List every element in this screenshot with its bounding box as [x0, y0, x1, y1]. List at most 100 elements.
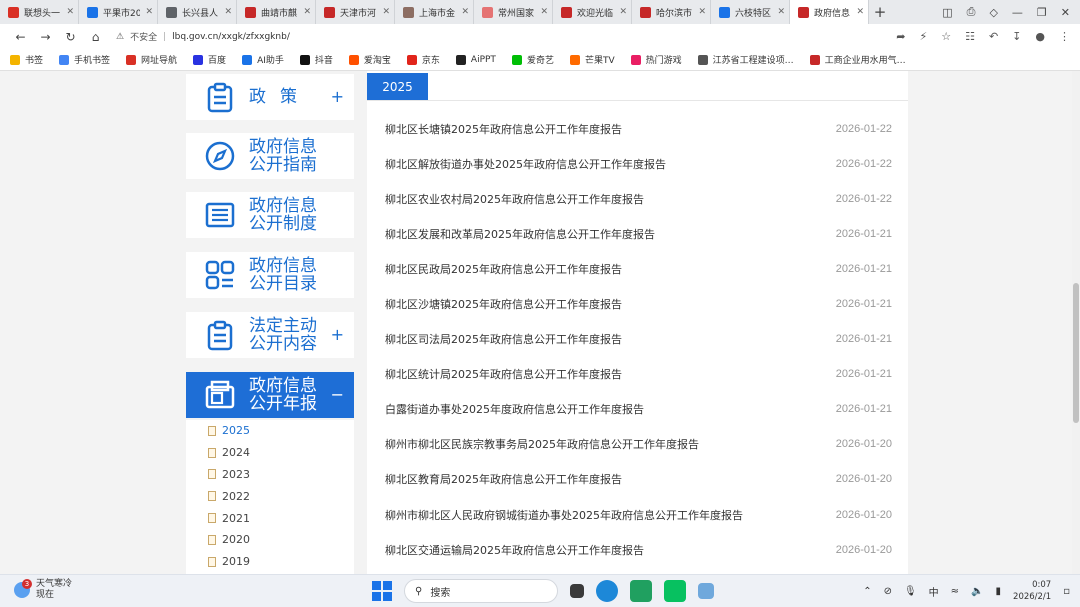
chevron-up-icon[interactable]: ⌃ — [863, 586, 871, 597]
year-tab-active[interactable]: 2025 — [367, 73, 428, 101]
browser-tab-7[interactable]: 欢迎光临… ✕ — [553, 0, 632, 24]
tool-icon[interactable] — [698, 583, 714, 599]
bookmark-item[interactable]: 百度 — [193, 53, 226, 66]
app-icon[interactable] — [630, 580, 652, 602]
sidebar-item-3[interactable]: 政府信息公开目录 — [186, 252, 354, 298]
start-button[interactable] — [372, 581, 392, 601]
report-title-link[interactable]: 柳北区交通运输局2025年政府信息公开工作年度报告 — [385, 542, 644, 558]
sidebar-item-4[interactable]: 法定主动公开内容 + — [186, 312, 354, 358]
report-title-link[interactable]: 柳州市柳北区民族宗教事务局2025年政府信息公开工作年度报告 — [385, 436, 699, 452]
browser-tab-3[interactable]: 曲靖市麒… ✕ — [237, 0, 316, 24]
bookmark-item[interactable]: AiPPT — [455, 54, 496, 65]
tab-close-icon[interactable]: ✕ — [461, 7, 469, 17]
bookmark-item[interactable]: 书签 — [10, 53, 43, 66]
taskbar-search[interactable]: ⚲ 搜索 — [404, 579, 558, 603]
year-item[interactable]: 2025 — [186, 420, 354, 442]
sidebar-item-1[interactable]: 政府信息公开指南 — [186, 133, 354, 179]
report-row[interactable]: 柳北区民政局2025年政府信息公开工作年度报告 2026-01-21 — [367, 251, 908, 286]
share-icon[interactable]: ➦ — [896, 30, 905, 43]
report-row[interactable]: 柳北区司法局2025年政府信息公开工作年度报告 2026-01-21 — [367, 322, 908, 357]
page-scrollbar[interactable] — [1072, 71, 1080, 574]
report-title-link[interactable]: 柳州市柳北区人民政府钢城街道办事处2025年政府信息公开工作年度报告 — [385, 507, 743, 523]
star-icon[interactable]: ☆ — [941, 30, 951, 43]
tab-close-icon[interactable]: ✕ — [382, 7, 390, 17]
wechat-icon[interactable] — [664, 580, 686, 602]
bookmark-item[interactable]: 工商企业用水用气… — [809, 53, 906, 66]
minimize-icon[interactable]: — — [1012, 6, 1023, 19]
bookmark-item[interactable]: 网址导航 — [126, 53, 177, 66]
home-icon[interactable]: ⌂ — [83, 30, 108, 44]
file-explorer-icon[interactable] — [570, 584, 584, 598]
tab-close-icon[interactable]: ✕ — [66, 7, 74, 17]
report-title-link[interactable]: 柳北区解放街道办事处2025年政府信息公开工作年度报告 — [385, 156, 666, 172]
tab-close-icon[interactable]: ✕ — [856, 7, 864, 17]
expand-toggle-icon[interactable]: + — [331, 87, 344, 106]
year-item[interactable]: 2024 — [186, 442, 354, 464]
sidebar-item-2[interactable]: 政府信息公开制度 — [186, 192, 354, 238]
tab-close-icon[interactable]: ✕ — [540, 7, 548, 17]
report-row[interactable]: 柳北区交通运输局2025年政府信息公开工作年度报告 2026-01-20 — [367, 532, 908, 567]
year-item[interactable]: 2022 — [186, 485, 354, 507]
report-title-link[interactable]: 柳北区农业农村局2025年政府信息公开工作年度报告 — [385, 191, 644, 207]
report-row[interactable]: 柳北区统计局2025年政府信息公开工作年度报告 2026-01-21 — [367, 357, 908, 392]
expand-toggle-icon[interactable]: − — [331, 385, 344, 404]
bookmark-item[interactable]: 爱奇艺 — [511, 53, 554, 66]
browser-tab-6[interactable]: 常州国家… ✕ — [474, 0, 553, 24]
expand-toggle-icon[interactable]: + — [331, 325, 344, 344]
browser-tab-8[interactable]: 哈尔滨市… ✕ — [632, 0, 711, 24]
reload-icon[interactable]: ↻ — [58, 30, 83, 44]
tab-close-icon[interactable]: ✕ — [777, 7, 785, 17]
report-title-link[interactable]: 柳北区司法局2025年政府信息公开工作年度报告 — [385, 331, 622, 347]
forward-arrow-icon[interactable]: → — [33, 30, 58, 44]
battery-icon[interactable]: ▮ — [996, 586, 1002, 597]
tab-close-icon[interactable]: ✕ — [698, 7, 706, 17]
bookmark-item[interactable]: 芒果TV — [569, 53, 615, 66]
report-row[interactable]: 柳北区解放街道办事处2025年政府信息公开工作年度报告 2026-01-22 — [367, 146, 908, 181]
tab-close-icon[interactable]: ✕ — [145, 7, 153, 17]
report-title-link[interactable]: 白露街道办事处2025年度政府信息公开工作年度报告 — [385, 401, 644, 417]
avatar-icon[interactable]: ● — [1035, 30, 1045, 43]
sidebar-toggle-icon[interactable]: ◫ — [942, 6, 952, 19]
bookmark-item[interactable]: 抖音 — [299, 53, 333, 66]
report-title-link[interactable]: 柳北区教育局2025年政府信息公开工作年度报告 — [385, 471, 622, 487]
year-item[interactable]: 2021 — [186, 507, 354, 529]
volume-muted-icon[interactable]: 🔈 — [971, 586, 983, 597]
back-arrow-icon[interactable]: ← — [8, 30, 33, 44]
clock[interactable]: 0:07 2026/2/1 — [1013, 579, 1051, 603]
year-item[interactable]: 2019 — [186, 551, 354, 573]
sidebar-item-5[interactable]: 政府信息公开年报 − — [186, 372, 354, 418]
browser-tab-10[interactable]: 政府信息… ✕ — [790, 0, 869, 24]
report-row[interactable]: 柳北区发展和改革局2025年政府信息公开工作年度报告 2026-01-21 — [367, 216, 908, 251]
browser-tab-0[interactable]: 联想头一… ✕ — [0, 0, 79, 24]
year-item[interactable]: 2023 — [186, 464, 354, 486]
edge-browser-icon[interactable] — [596, 580, 618, 602]
notification-icon[interactable]: ▫ — [1063, 586, 1070, 597]
weather-widget[interactable]: 3 天气寒冷 现在 — [14, 579, 72, 601]
report-title-link[interactable]: 柳北区民政局2025年政府信息公开工作年度报告 — [385, 261, 622, 277]
report-title-link[interactable]: 柳北区沙塘镇2025年政府信息公开工作年度报告 — [385, 296, 622, 312]
browser-tab-2[interactable]: 长兴县人… ✕ — [158, 0, 237, 24]
report-title-link[interactable]: 柳北区发展和改革局2025年政府信息公开工作年度报告 — [385, 226, 655, 242]
bookmark-item[interactable]: 爱淘宝 — [348, 53, 391, 66]
tab-close-icon[interactable]: ✕ — [303, 7, 311, 17]
wifi-icon[interactable]: ≈ — [951, 586, 959, 597]
report-title-link[interactable]: 柳北区长塘镇2025年政府信息公开工作年度报告 — [385, 121, 622, 137]
bookmark-item[interactable]: 江苏省工程建设项… — [697, 53, 794, 66]
close-window-icon[interactable]: ✕ — [1061, 6, 1070, 19]
extensions-icon[interactable]: ☷ — [965, 30, 975, 43]
browser-tab-9[interactable]: 六枝特区… ✕ — [711, 0, 790, 24]
report-row[interactable]: 白露街道办事处2025年度政府信息公开工作年度报告 2026-01-21 — [367, 392, 908, 427]
year-item[interactable]: 2020 — [186, 529, 354, 551]
network-off-icon[interactable]: ⊘ — [884, 586, 892, 597]
browser-tab-4[interactable]: 天津市河… ✕ — [316, 0, 395, 24]
download-icon[interactable]: ↧ — [1012, 30, 1021, 43]
undo-icon[interactable]: ↶ — [989, 30, 998, 43]
browser-tab-5[interactable]: 上海市金… ✕ — [395, 0, 474, 24]
bookmark-item[interactable]: 热门游戏 — [630, 53, 682, 66]
report-row[interactable]: 柳北区长塘镇2025年政府信息公开工作年度报告 2026-01-22 — [367, 111, 908, 146]
bookmark-item[interactable]: AI助手 — [242, 53, 284, 66]
report-title-link[interactable]: 柳北区统计局2025年政府信息公开工作年度报告 — [385, 366, 622, 382]
microphone-icon[interactable]: 🎙 — [904, 586, 917, 597]
report-row[interactable]: 柳州市柳北区民族宗教事务局2025年政府信息公开工作年度报告 2026-01-20 — [367, 427, 908, 462]
ime-indicator[interactable]: 中 — [929, 584, 939, 599]
